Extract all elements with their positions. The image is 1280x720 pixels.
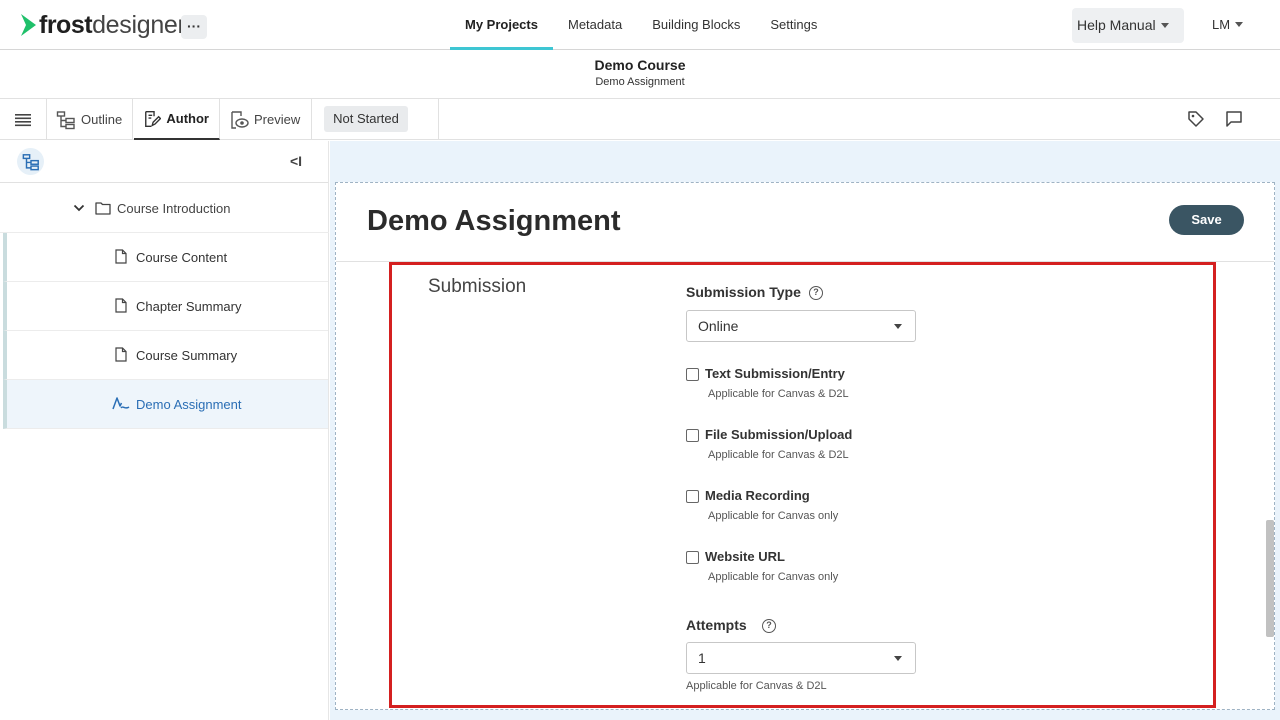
tag-icon[interactable] <box>1186 109 1206 129</box>
document-icon <box>115 347 127 362</box>
tree-item-chapter-summary[interactable]: Chapter Summary <box>3 282 328 331</box>
page-title: Demo Assignment <box>367 205 621 237</box>
toolbar-divider <box>438 99 439 140</box>
option-note: Applicable for Canvas & D2L <box>708 449 849 461</box>
editor-toolbar: Outline Author Preview Not Started <box>0 99 1280 140</box>
document-icon <box>115 298 127 313</box>
status-badge[interactable]: Not Started <box>324 106 408 132</box>
tab-preview[interactable]: Preview <box>220 99 312 140</box>
main-content: Demo Assignment Save Submission Submissi… <box>330 141 1280 720</box>
tree-item-course-summary[interactable]: Course Summary <box>3 331 328 380</box>
attempts-label: Attempts <box>686 617 747 633</box>
course-header: Demo Course Demo Assignment <box>0 50 1280 99</box>
tree-item-label: Course Summary <box>136 348 238 363</box>
submission-type-select[interactable]: Online <box>686 310 916 342</box>
logo-text-frost: frost <box>39 10 93 39</box>
nav-my-projects[interactable]: My Projects <box>450 0 553 50</box>
top-bar: frost designer ··· My Projects Metadata … <box>0 0 1280 50</box>
logo-text-designer: designer <box>92 10 186 39</box>
option-note: Applicable for Canvas only <box>708 510 839 522</box>
tree-item-label: Chapter Summary <box>136 299 242 314</box>
collapse-sidebar-button[interactable]: <I <box>290 153 302 169</box>
preview-eye-icon <box>231 110 249 129</box>
assignment-icon <box>112 397 130 410</box>
tree-item-course-content[interactable]: Course Content <box>3 233 328 282</box>
option-note: Applicable for Canvas & D2L <box>708 388 849 400</box>
checkbox-file-submission[interactable] <box>686 429 699 442</box>
caret-down-icon <box>894 656 902 661</box>
nav-building-blocks[interactable]: Building Blocks <box>637 0 755 50</box>
logo-arrow-icon <box>21 14 36 36</box>
checkbox-media-recording[interactable] <box>686 490 699 503</box>
course-subtitle: Demo Assignment <box>595 76 685 88</box>
help-manual-label: Help Manual <box>1077 17 1156 33</box>
folder-icon <box>95 202 111 215</box>
tree-folder-label: Course Introduction <box>117 201 231 216</box>
option-label[interactable]: File Submission/Upload <box>705 427 852 442</box>
tab-outline-label: Outline <box>81 112 123 127</box>
caret-down-icon <box>1160 23 1169 28</box>
section-label-submission: Submission <box>428 276 527 297</box>
submission-type-value: Online <box>698 318 739 334</box>
submission-type-label: Submission Type <box>686 284 801 300</box>
tree-view-button[interactable] <box>17 148 44 175</box>
document-icon <box>115 249 127 264</box>
help-icon[interactable]: ? <box>762 619 776 633</box>
checkbox-website-url[interactable] <box>686 551 699 564</box>
caret-down-icon <box>1235 22 1244 27</box>
attempts-select[interactable]: 1 <box>686 642 916 674</box>
sidebar-header: <I <box>0 141 328 183</box>
tab-author[interactable]: Author <box>134 99 220 140</box>
author-edit-icon <box>145 110 162 127</box>
tree-item-demo-assignment[interactable]: Demo Assignment <box>3 380 328 429</box>
assignment-card: Demo Assignment Save Submission Submissi… <box>335 182 1275 710</box>
option-note: Applicable for Canvas only <box>708 571 839 583</box>
tree-item-label: Demo Assignment <box>136 397 242 412</box>
hamburger-icon <box>15 113 31 126</box>
caret-down-icon <box>894 324 902 329</box>
help-icon[interactable]: ? <box>809 286 823 300</box>
more-options-button[interactable]: ··· <box>181 15 207 39</box>
scrollbar-thumb[interactable] <box>1266 520 1274 637</box>
tree-item-label: Course Content <box>136 250 228 265</box>
tree-folder-course-introduction[interactable]: Course Introduction <box>0 184 329 233</box>
tab-author-label: Author <box>166 111 209 126</box>
attempts-value: 1 <box>698 650 706 666</box>
save-button[interactable]: Save <box>1169 205 1244 235</box>
checkbox-text-submission[interactable] <box>686 368 699 381</box>
user-menu[interactable]: LM <box>1212 17 1244 32</box>
help-manual-dropdown[interactable]: Help Manual <box>1072 8 1184 43</box>
tab-preview-label: Preview <box>254 112 301 127</box>
option-label[interactable]: Text Submission/Entry <box>705 366 845 381</box>
chevron-down-icon[interactable] <box>73 203 85 213</box>
tab-outline[interactable]: Outline <box>47 99 134 140</box>
user-initials: LM <box>1212 17 1231 32</box>
course-title: Demo Course <box>594 57 686 73</box>
nav-settings[interactable]: Settings <box>755 0 832 50</box>
frost-designer-logo[interactable]: frost designer <box>20 10 186 40</box>
option-label[interactable]: Website URL <box>705 549 785 564</box>
course-tree-sidebar: <I Course Introduction Course Content Ch… <box>0 141 329 720</box>
outline-tree-icon <box>56 110 75 129</box>
main-nav: My Projects Metadata Building Blocks Set… <box>450 0 832 50</box>
comment-icon[interactable] <box>1224 109 1244 129</box>
nav-metadata[interactable]: Metadata <box>553 0 637 50</box>
tree-structure-icon <box>22 153 39 170</box>
attempts-note: Applicable for Canvas & D2L <box>686 680 827 692</box>
option-label[interactable]: Media Recording <box>705 488 810 503</box>
menu-button[interactable] <box>0 99 47 140</box>
